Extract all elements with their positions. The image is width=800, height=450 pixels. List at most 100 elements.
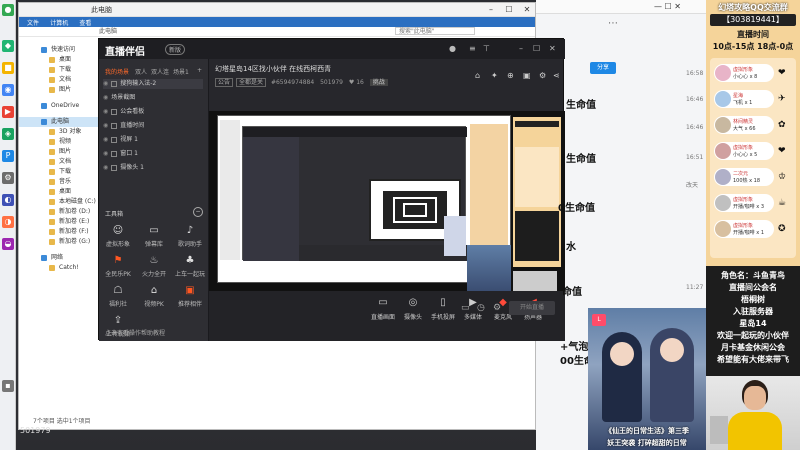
sidebar-item[interactable]: 新加卷 (G:) (19, 237, 99, 247)
bg-window-controls[interactable]: — ☐ ✕ (654, 2, 681, 11)
pin-icon[interactable]: ⊤ (483, 44, 490, 53)
tool-button[interactable]: ♪ 歌词助手 (175, 225, 205, 248)
challenge-button[interactable]: 挑战 (369, 79, 388, 86)
tray-icon[interactable]: ▪ (2, 380, 14, 392)
visibility-icon[interactable]: ◉ (103, 136, 108, 143)
source-row[interactable]: ◉ 场景截图 (103, 93, 203, 103)
app4-icon[interactable]: ◒ (2, 238, 14, 250)
toolbox-collapse-icon[interactable]: − (193, 207, 203, 217)
tool-button[interactable]: ♣ 上车一起玩 (175, 255, 205, 278)
visibility-icon[interactable]: ◉ (103, 80, 108, 87)
share-icon[interactable]: ⋖ (553, 71, 560, 80)
folder-icon[interactable]: ■ (2, 62, 14, 74)
maximize-icon[interactable]: ☐ (501, 3, 517, 17)
tool-button[interactable]: ♨ 火力全开 (139, 255, 169, 278)
sidebar-item[interactable]: 新加卷 (D:) (19, 207, 99, 217)
tool-button[interactable]: ⌂ 视频PK (139, 285, 169, 308)
tab-scene1[interactable]: 场景1 (173, 67, 189, 76)
settings-icon[interactable]: ⚙ (539, 71, 546, 80)
app2-icon[interactable]: ◐ (2, 194, 14, 206)
help-link[interactable]: 点击查看操作帮助教程 (99, 327, 209, 341)
add-scene-button[interactable]: + (197, 67, 202, 74)
source-checkbox[interactable] (111, 122, 118, 129)
sidebar-item[interactable]: 网络 (19, 253, 99, 263)
tool-button[interactable]: ☖ 福利社 (103, 285, 133, 308)
sidebar-item[interactable]: 音乐 (19, 177, 99, 187)
bottom-tool-button[interactable]: ▭ 直播画面 (369, 297, 397, 321)
sidebar-item[interactable]: 图片 (19, 85, 99, 95)
sidebar-item[interactable]: 新加卷 (E:) (19, 217, 99, 227)
sidebar-item[interactable]: 下载 (19, 167, 99, 177)
cart-icon[interactable]: ⌂ (475, 71, 480, 80)
ribbon-tab-computer[interactable]: 计算机 (50, 20, 68, 27)
source-row[interactable]: ◉ 搜狗输入法-2 (103, 79, 203, 89)
minimize-icon[interactable]: – (519, 44, 523, 53)
app3-icon[interactable]: ◑ (2, 216, 14, 228)
source-checkbox[interactable] (111, 136, 118, 143)
video-record-icon[interactable]: ▣ (523, 71, 531, 80)
tab-dual-link[interactable]: 双人连 (151, 67, 169, 76)
browser-icon[interactable]: ◉ (2, 84, 14, 96)
ribbon-tab-file[interactable]: 文件 (27, 20, 39, 27)
p-app-icon[interactable]: P (2, 150, 14, 162)
minimize-icon[interactable]: – (483, 3, 499, 17)
bottom-tool-button[interactable]: ◎ 摄像头 (399, 297, 427, 321)
source-row[interactable]: ◉ 公会看板 (103, 107, 203, 117)
bg-more-icon[interactable]: ⋯ (608, 18, 618, 29)
tool-button[interactable]: ▣ 推荐相伴 (175, 285, 205, 308)
sidebar-item[interactable]: 此电脑 (19, 117, 99, 127)
tool-button[interactable]: ⚑ 全民乐PK (103, 255, 133, 278)
share-button[interactable]: 分享 (590, 62, 616, 74)
avatar-icon[interactable]: ● (449, 44, 456, 53)
version-badge[interactable]: 新版 (165, 44, 186, 55)
start-live-button[interactable]: 开始直播 (509, 301, 555, 315)
wechat-icon[interactable]: ◆ (2, 40, 14, 52)
visibility-icon[interactable]: ◉ (103, 94, 108, 101)
sidebar-item[interactable]: 文档 (19, 75, 99, 85)
sidebar-item[interactable]: 本地磁盘 (C:) (19, 197, 99, 207)
link-icon[interactable]: ⊕ (507, 71, 514, 80)
sidebar-item[interactable]: 桌面 (19, 55, 99, 65)
source-checkbox[interactable] (111, 164, 118, 171)
layout-icon[interactable]: ▭ (461, 303, 470, 313)
search-input[interactable]: 搜索"此电脑" (395, 27, 475, 35)
visibility-icon[interactable]: ◉ (103, 164, 108, 171)
maximize-icon[interactable]: ☐ (533, 44, 540, 53)
settings-icon[interactable]: ⚙ (2, 172, 14, 184)
ribbon-tab-view[interactable]: 查看 (79, 20, 91, 27)
room-title[interactable]: 幻塔星岛14区找小伙伴 在线西柯西青 (215, 64, 331, 74)
sidebar-item[interactable]: 视频 (19, 137, 99, 147)
visibility-icon[interactable]: ◉ (103, 122, 108, 129)
source-checkbox[interactable] (111, 80, 118, 87)
sidebar-item[interactable]: 下载 (19, 65, 99, 75)
sidebar-item[interactable]: 桌面 (19, 187, 99, 197)
sidebar-item[interactable]: 3D 对象 (19, 127, 99, 137)
source-row[interactable]: ◉ 视屏 1 (103, 135, 203, 145)
sidebar-item[interactable]: 快速访问 (19, 45, 99, 55)
tool-button[interactable]: ☺ 虚拟形象 (103, 225, 133, 248)
bottom-tool-button[interactable]: ▯ 手机投屏 (429, 297, 457, 321)
sidebar-item[interactable]: 文档 (19, 157, 99, 167)
tool-button[interactable]: ▭ 弹幕库 (139, 225, 169, 248)
gift-icon[interactable]: ✦ (491, 71, 498, 80)
source-checkbox[interactable] (111, 150, 118, 157)
tab-dual[interactable]: 双人 (135, 67, 147, 76)
visibility-icon[interactable]: ◉ (103, 108, 108, 115)
chat-icon[interactable]: ◈ (2, 128, 14, 140)
gear-icon[interactable]: ⚙ (493, 303, 501, 313)
tab-my-scene[interactable]: 我的场景 (105, 67, 129, 76)
menu-icon[interactable]: ≡ (469, 44, 476, 53)
source-row[interactable]: ◉ 直播时间 (103, 121, 203, 131)
clock-icon[interactable]: ◷ (477, 303, 485, 313)
source-row[interactable]: ◉ 摄像头 1 (103, 163, 203, 173)
video-icon[interactable]: ▶ (2, 106, 14, 118)
close-icon[interactable]: ✕ (519, 3, 535, 17)
app-icon[interactable]: ● (2, 4, 14, 16)
sidebar-item[interactable]: Catch! (19, 263, 99, 273)
visibility-icon[interactable]: ◉ (103, 150, 108, 157)
close-icon[interactable]: ✕ (549, 44, 556, 53)
sidebar-item[interactable]: 图片 (19, 147, 99, 157)
source-row[interactable]: ◉ 窗口 1 (103, 149, 203, 159)
sidebar-item[interactable]: OneDrive (19, 101, 99, 111)
sidebar-item[interactable]: 新加卷 (F:) (19, 227, 99, 237)
